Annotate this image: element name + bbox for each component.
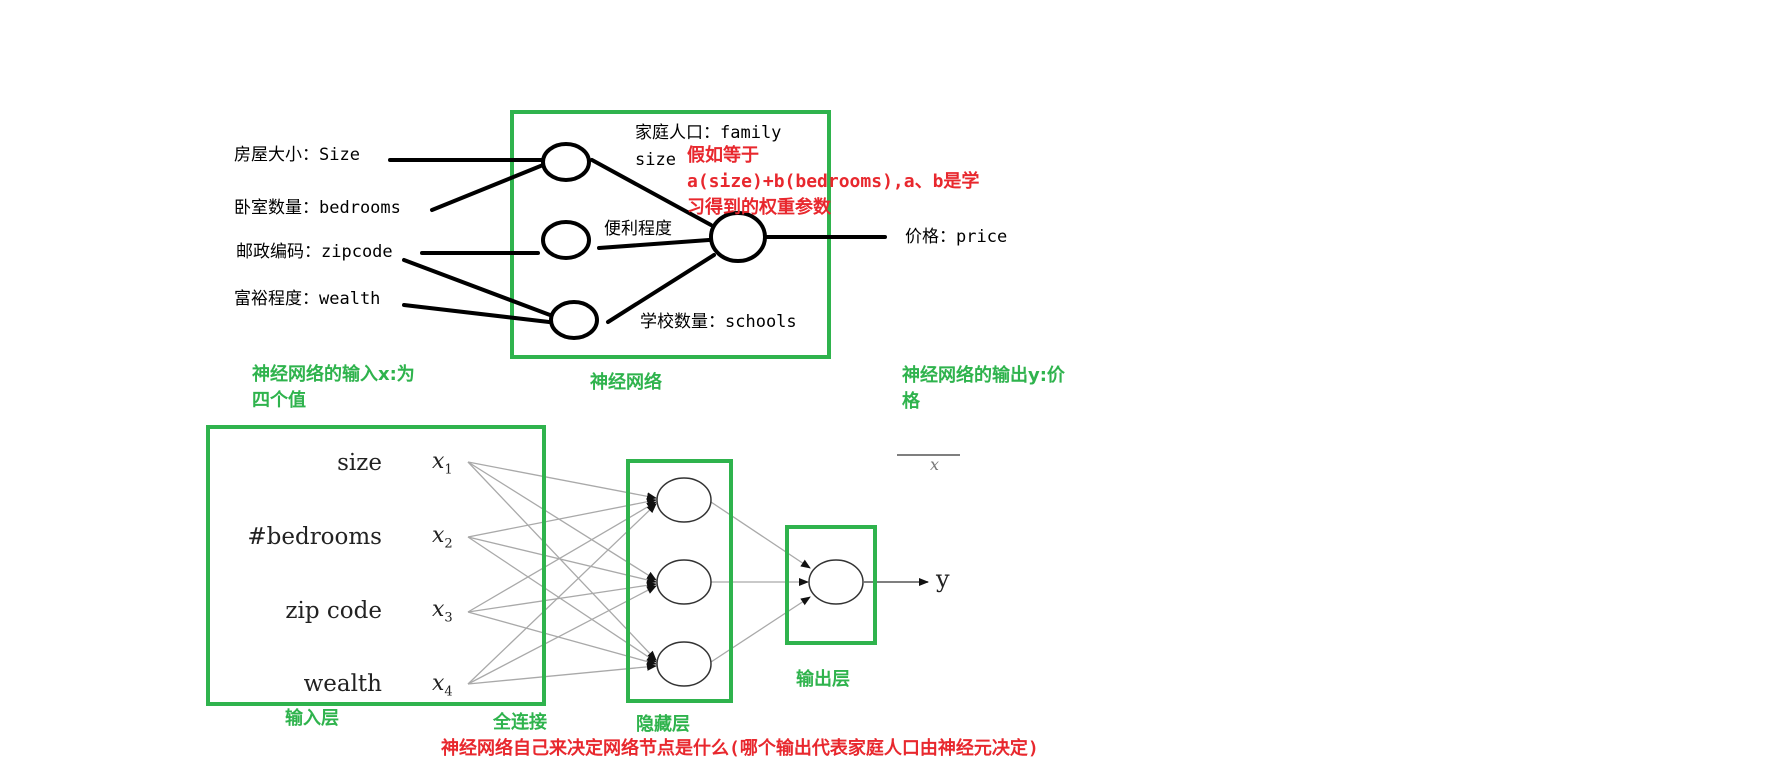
- full-connections: [467, 461, 811, 685]
- input-label-zipcode: 邮政编码：zipcode: [236, 242, 393, 262]
- hidden-label-family-line1: 家庭人口：family: [635, 123, 782, 143]
- input-label-wealth: 富裕程度：wealth: [234, 289, 381, 309]
- hidden-label-schools: 学校数量：schools: [640, 312, 797, 332]
- footnote: 神经网络自己来决定网络节点是什么(哪个输出代表家庭人口由神经元决定): [441, 738, 1039, 759]
- output-label-y: y: [936, 565, 950, 593]
- bottom-diagram: [206, 425, 960, 706]
- input-label-size: 房屋大小：Size: [234, 145, 360, 165]
- var-x1: x1: [432, 449, 453, 478]
- diagram-stage: 房屋大小：Size 卧室数量：bedrooms 邮政编码：zipcode 富裕程…: [0, 0, 1782, 772]
- caption-output-line1: 神经网络的输出y:价: [902, 365, 1065, 386]
- hidden-label-convenience: 便利程度: [604, 219, 672, 239]
- edge-bedrooms-family: [430, 163, 545, 212]
- caption-hidden-layer: 隐藏层: [636, 714, 690, 735]
- caption-input-line2: 四个值: [252, 390, 306, 411]
- node-price: [709, 211, 767, 263]
- annotation-line3: 习得到的权重参数: [687, 197, 831, 218]
- node-schools: [549, 300, 599, 340]
- annotation-line1: 假如等于: [687, 145, 759, 166]
- caption-network: 神经网络: [590, 372, 662, 393]
- node-hidden-3: [656, 641, 712, 687]
- var-x2: x2: [432, 523, 453, 552]
- edge-convenience-price: [597, 238, 711, 250]
- hidden-label-family-line2: size: [635, 150, 676, 170]
- output-label-price: 价格：price: [905, 227, 1008, 247]
- feature-label-size: size: [337, 450, 382, 476]
- node-convenience: [541, 220, 591, 260]
- edge-h3-out: [710, 596, 811, 663]
- node-output: [808, 559, 864, 605]
- input-label-bedrooms: 卧室数量：bedrooms: [234, 198, 401, 218]
- caption-output-layer: 输出层: [796, 669, 850, 690]
- stray-mark-x: x: [930, 455, 940, 474]
- caption-input-line1: 神经网络的输入x:为: [252, 364, 415, 385]
- node-family: [541, 142, 591, 182]
- network-diagram: [206, 110, 960, 706]
- feature-label-zip: zip code: [285, 598, 382, 624]
- edge-h1-out: [710, 501, 811, 569]
- annotation-line2: a(size)+b(bedrooms),a、b是学: [687, 171, 980, 192]
- caption-output-line2: 格: [902, 391, 920, 412]
- feature-label-bedrooms: #bedrooms: [247, 524, 382, 550]
- node-hidden-1: [656, 477, 712, 523]
- feature-label-wealth: wealth: [303, 671, 382, 697]
- var-x3: x3: [432, 597, 453, 626]
- caption-input-layer: 输入层: [285, 708, 339, 729]
- node-hidden-2: [656, 559, 712, 605]
- caption-full-connection: 全连接: [493, 712, 547, 733]
- var-x4: x4: [432, 671, 453, 700]
